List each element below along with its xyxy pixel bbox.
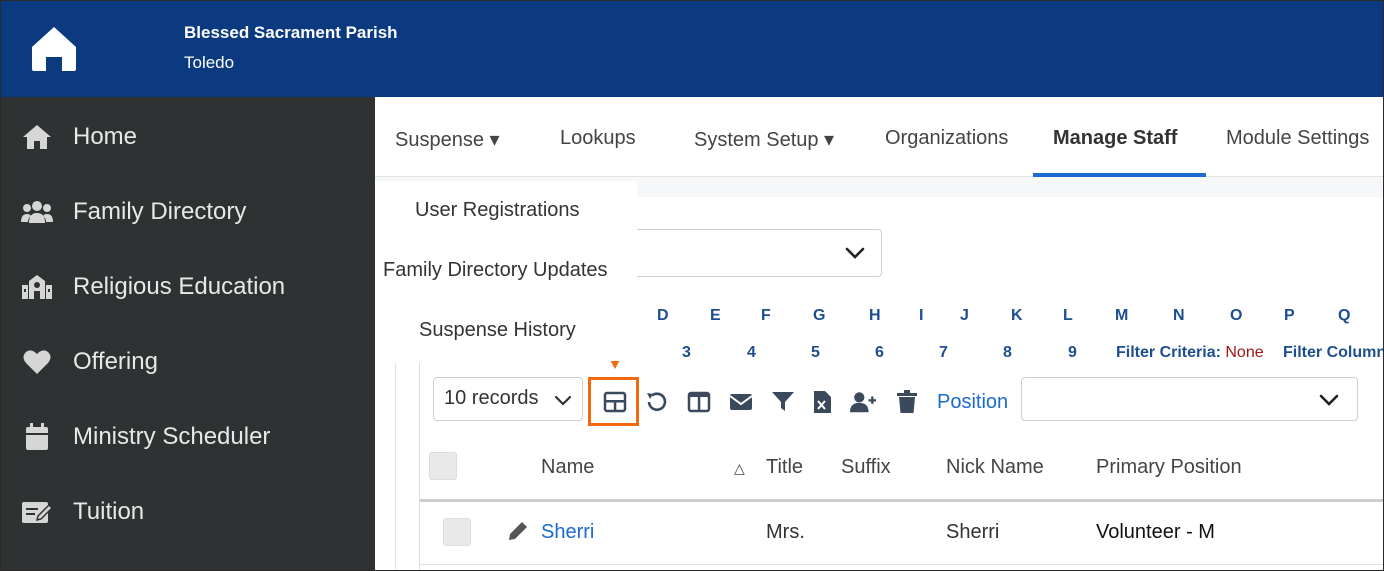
menu-item-family-directory-updates[interactable]: Family Directory Updates [383, 259, 608, 282]
alpha-letter[interactable]: O [1230, 307, 1242, 325]
column-header-nick-name[interactable]: Nick Name [946, 456, 1044, 479]
menu-item-suspense-history[interactable]: Suspense History [419, 319, 576, 342]
email-icon[interactable] [728, 389, 754, 415]
alpha-letter[interactable]: Q [1338, 307, 1350, 325]
alpha-letter[interactable]: F [761, 307, 771, 325]
home-icon[interactable] [29, 25, 79, 73]
sidebar-item-label: Home [73, 122, 138, 150]
tab-suspense[interactable]: Suspense ▾ [395, 127, 500, 152]
sidebar-item-label: Religious Education [73, 272, 286, 300]
alpha-letter[interactable]: I [919, 307, 923, 325]
alpha-letter[interactable]: H [869, 307, 881, 325]
number-filter[interactable]: 5 [811, 344, 820, 362]
heart-icon [21, 348, 53, 376]
number-filter[interactable]: 7 [939, 344, 948, 362]
alpha-letter[interactable]: K [1011, 307, 1023, 325]
filter-select[interactable] [621, 229, 882, 277]
users-icon [21, 198, 53, 226]
tab-module-settings[interactable]: Module Settings [1226, 127, 1369, 150]
alpha-letter[interactable]: L [1063, 307, 1073, 325]
calendar-icon [21, 422, 53, 451]
parish-city: Toledo [184, 53, 235, 72]
alpha-letter[interactable]: E [710, 307, 721, 325]
top-header: Blessed Sacrament Parish Toledo [1, 1, 1383, 97]
active-tab-indicator [1033, 173, 1206, 177]
sidebar-item-offering[interactable]: Offering [1, 324, 375, 399]
school-icon [21, 273, 53, 301]
chevron-down-icon [554, 395, 572, 406]
column-header-title[interactable]: Title [766, 456, 803, 479]
filter-icon[interactable] [770, 389, 796, 415]
sidebar-item-label: Family Directory [73, 197, 247, 225]
row-title: Mrs. [766, 521, 805, 543]
excel-export-icon[interactable] [809, 389, 835, 415]
number-filter[interactable]: 3 [682, 344, 691, 362]
alpha-letter[interactable]: G [813, 307, 825, 325]
pencil-icon[interactable] [507, 520, 529, 547]
sidebar-item-family-directory[interactable]: Family Directory [1, 174, 375, 249]
edit-icon [21, 498, 53, 526]
alpha-letter[interactable]: D [657, 307, 669, 325]
number-filter[interactable]: 4 [747, 344, 756, 362]
records-per-page-select[interactable]: 10 records [433, 377, 583, 421]
sort-indicator-icon[interactable]: △ [734, 460, 745, 477]
alpha-letter[interactable]: J [960, 307, 969, 325]
tab-manage-staff[interactable]: Manage Staff [1053, 127, 1177, 150]
columns-icon[interactable] [686, 389, 712, 415]
row-checkbox[interactable] [443, 518, 471, 546]
tab-system-setup[interactable]: System Setup ▾ [694, 127, 834, 152]
sidebar-item-label: Tuition [73, 497, 145, 525]
alpha-letter[interactable]: P [1284, 307, 1295, 325]
number-filter[interactable]: 8 [1003, 344, 1012, 362]
position-label[interactable]: Position [937, 391, 1008, 414]
highlight-box [588, 377, 639, 426]
sidebar-item-label: Ministry Scheduler [73, 422, 271, 450]
row-nick-name: Sherri [946, 521, 1000, 543]
tab-bar: Suspense ▾ Lookups System Setup ▾ Organi… [375, 97, 1383, 177]
sidebar-item-home[interactable]: Home [1, 99, 375, 174]
sidebar-item-tuition[interactable]: Tuition [1, 474, 375, 549]
app-window: Blessed Sacrament Parish Toledo Home Fam… [0, 0, 1384, 571]
column-header-suffix[interactable]: Suffix [841, 456, 891, 479]
filter-criteria: Filter Criteria: None [1116, 344, 1264, 362]
row-primary-position: Volunteer - M [1096, 521, 1215, 543]
select-all-checkbox[interactable] [429, 452, 457, 480]
chevron-down-icon [1319, 394, 1339, 406]
number-filter[interactable]: 9 [1068, 344, 1077, 362]
sidebar-item-ministry-scheduler[interactable]: Ministry Scheduler [1, 399, 375, 474]
header-divider [420, 499, 1383, 502]
filter-criteria-label: Filter Criteria: [1116, 344, 1221, 361]
number-filter[interactable]: 6 [875, 344, 884, 362]
row-name-link[interactable]: Sherri [541, 521, 594, 544]
suspense-dropdown-menu: User Registrations Family Directory Upda… [375, 181, 637, 361]
position-select[interactable] [1021, 377, 1358, 421]
menu-item-user-registrations[interactable]: User Registrations [415, 199, 580, 222]
divider [395, 363, 396, 570]
filter-criteria-value: None [1225, 344, 1264, 361]
column-header-name[interactable]: Name [541, 456, 594, 479]
alpha-letter[interactable]: N [1173, 307, 1185, 325]
tab-organizations[interactable]: Organizations [885, 127, 1008, 150]
column-header-primary-position[interactable]: Primary Position [1096, 456, 1242, 479]
trash-icon[interactable] [894, 389, 920, 415]
sidebar: Home Family Directory Religious Educatio… [1, 97, 375, 570]
undo-icon[interactable] [643, 389, 669, 415]
filter-column-link[interactable]: Filter Column [1283, 344, 1383, 362]
parish-name: Blessed Sacrament Parish [184, 23, 398, 42]
add-user-icon[interactable] [850, 389, 876, 415]
chevron-down-icon [845, 247, 865, 259]
alpha-letter[interactable]: M [1115, 307, 1128, 325]
tab-lookups[interactable]: Lookups [560, 127, 636, 150]
sidebar-item-label: Offering [73, 347, 158, 375]
home-icon [21, 123, 53, 151]
records-value: 10 records [444, 387, 539, 409]
sidebar-item-religious-education[interactable]: Religious Education [1, 249, 375, 324]
row-divider [420, 564, 1383, 565]
